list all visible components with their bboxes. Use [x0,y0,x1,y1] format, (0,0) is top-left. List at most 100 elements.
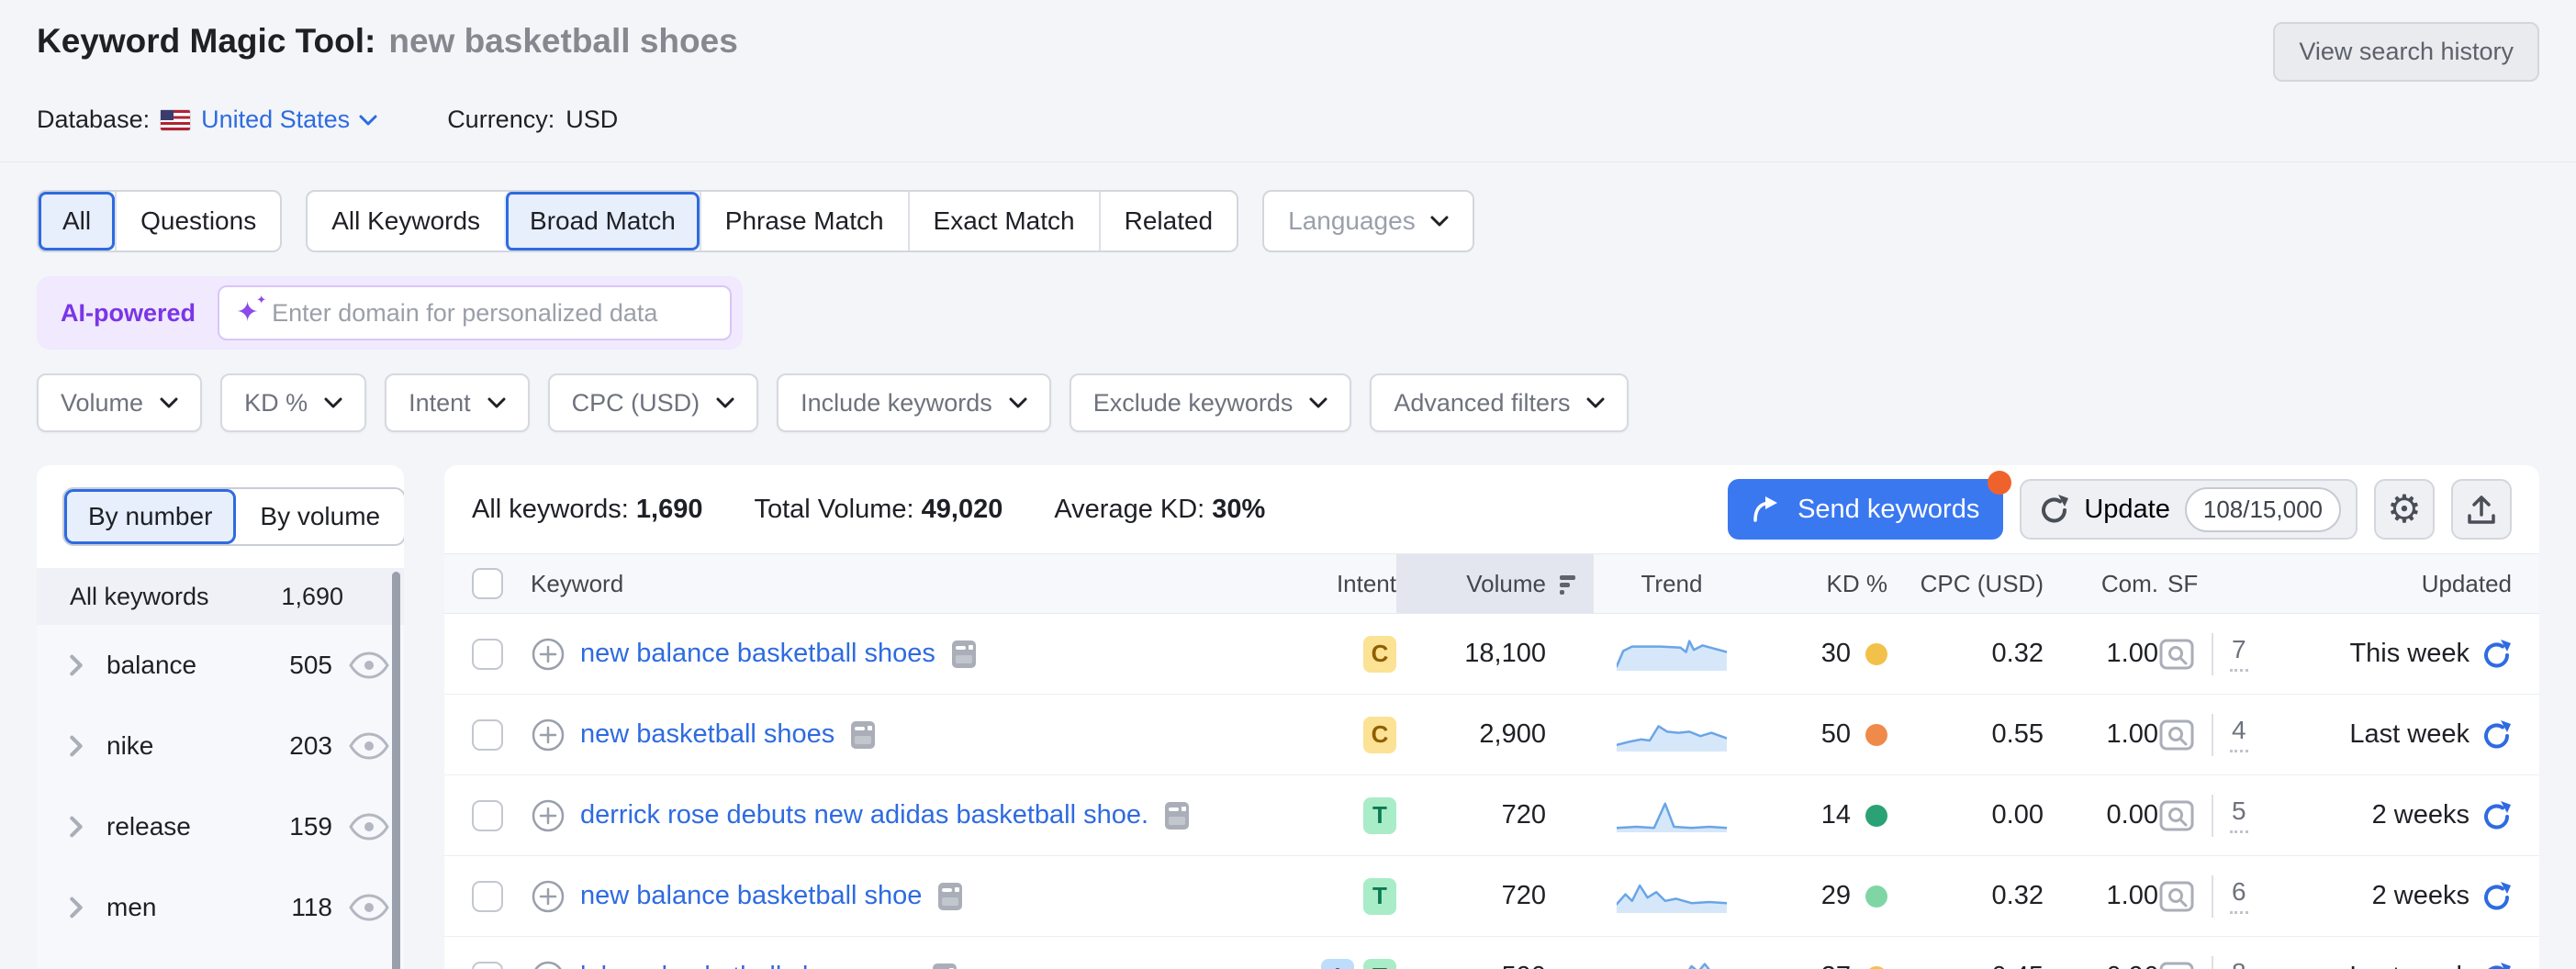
trend-sparkline [1617,718,1727,752]
keyword-link[interactable]: new balance basketball shoe [580,881,922,911]
toggle-by-volume[interactable]: By volume [236,489,404,544]
row-checkbox[interactable] [472,962,503,969]
eye-icon[interactable] [349,652,389,679]
export-button[interactable] [2451,479,2512,540]
add-keyword-icon[interactable] [531,798,566,833]
column-keyword[interactable]: Keyword [531,570,1277,598]
column-kd[interactable]: KD % [1750,570,1887,598]
kd-value: 37 [1821,962,1851,969]
add-keyword-icon[interactable] [531,960,566,969]
settings-button[interactable]: ⚙ [2374,479,2435,540]
ai-powered-bar: AI-powered ✦ [37,276,743,350]
serp-features-icon[interactable] [936,881,964,912]
table-body: new balance basketball shoesC18,100300.3… [444,614,2539,969]
sf-count[interactable]: 7 [2230,636,2248,672]
send-keywords-button[interactable]: Send keywords [1728,479,2003,540]
serp-features-icon[interactable] [1163,800,1191,831]
view-search-history-button[interactable]: View search history [2273,22,2539,82]
filter-volume[interactable]: Volume [37,373,202,432]
column-intent[interactable]: Intent [1277,570,1396,598]
row-checkbox[interactable] [472,881,503,912]
add-keyword-icon[interactable] [531,718,566,752]
keyword-link[interactable]: new balance basketball shoes [580,639,935,669]
sidebar-scrollbar[interactable] [392,572,400,969]
intent-badge-c: C [1363,636,1396,673]
cpc-value: 0.45 [1887,962,2044,969]
group-item-release[interactable]: release159 [37,786,404,867]
kd-value: 30 [1821,639,1851,669]
tab-all-keywords[interactable]: All Keywords [308,192,504,251]
filter-exclude-keywords[interactable]: Exclude keywords [1070,373,1352,432]
row-checkbox[interactable] [472,719,503,751]
sf-count[interactable]: 4 [2230,717,2248,752]
sf-count[interactable]: 8 [2230,959,2248,969]
keyword-link[interactable]: derrick rose debuts new adidas basketbal… [580,800,1148,830]
row-checkbox[interactable] [472,639,503,670]
eye-icon[interactable] [349,894,389,921]
domain-input[interactable] [272,299,713,328]
cpc-value: 0.32 [1887,639,2044,669]
serp-preview-button[interactable] [2158,959,2195,969]
refresh-icon[interactable] [2482,881,2512,912]
refresh-icon[interactable] [2482,719,2512,751]
add-keyword-icon[interactable] [531,637,566,672]
serp-preview-button[interactable] [2158,717,2195,753]
sf-count[interactable]: 6 [2230,878,2248,914]
group-item-nike[interactable]: nike203 [37,706,404,786]
row-checkbox[interactable] [472,800,503,831]
com-value: 0.96 [2044,962,2158,969]
group-item-men[interactable]: men118 [37,867,404,948]
tab-questions[interactable]: Questions [115,192,280,251]
group-label: release [106,812,191,841]
group-label: men [106,893,156,922]
stat-all-keywords: All keywords: 1,690 [472,495,702,525]
chevron-right-icon [70,816,83,838]
eye-icon[interactable] [349,732,389,760]
tab-all[interactable]: All [39,192,115,251]
refresh-icon[interactable] [2482,639,2512,670]
sf-count[interactable]: 5 [2230,797,2248,833]
chevron-down-icon [324,397,342,408]
filter-advanced-filters[interactable]: Advanced filters [1370,373,1629,432]
volume-value: 2,900 [1396,719,1594,750]
updated-value: 2 weeks [2372,800,2470,830]
all-keywords-row[interactable]: All keywords 1,690 [37,568,404,625]
column-trend[interactable]: Trend [1594,570,1750,598]
serp-preview-button[interactable] [2158,636,2195,673]
volume-value: 590 [1396,962,1594,969]
add-keyword-icon[interactable] [531,879,566,914]
toggle-by-number[interactable]: By number [64,489,236,544]
filter-intent[interactable]: Intent [385,373,530,432]
filter-include-keywords[interactable]: Include keywords [777,373,1051,432]
filter-label: CPC (USD) [572,389,700,418]
tab-broad-match[interactable]: Broad Match [504,192,700,251]
update-button[interactable]: Update 108/15,000 [2020,479,2358,540]
select-all-checkbox[interactable] [472,568,503,599]
refresh-icon[interactable] [2482,962,2512,969]
column-com[interactable]: Com. [2044,570,2158,598]
serp-features-icon[interactable] [950,639,978,670]
group-item-adidas[interactable]: adidas75 [37,948,404,969]
serp-features-icon[interactable] [849,719,877,751]
eye-icon[interactable] [349,813,389,841]
serp-preview-button[interactable] [2158,878,2195,915]
tab-exact-match[interactable]: Exact Match [908,192,1099,251]
refresh-icon[interactable] [2482,800,2512,831]
tab-phrase-match[interactable]: Phrase Match [700,192,908,251]
column-sf[interactable]: SF [2158,570,2296,598]
database-selector[interactable]: United States [201,106,377,134]
tab-related[interactable]: Related [1099,192,1238,251]
keyword-link[interactable]: new basketball shoes [580,719,834,750]
languages-dropdown[interactable]: Languages [1262,190,1474,252]
serp-features-icon[interactable] [931,962,958,969]
column-volume[interactable]: Volume [1396,554,1594,613]
group-item-balance[interactable]: balance505 [37,625,404,706]
filter-kd[interactable]: KD % [220,373,366,432]
column-updated[interactable]: Updated [2296,570,2512,598]
filter-cpc-usd[interactable]: CPC (USD) [548,373,759,432]
column-cpc[interactable]: CPC (USD) [1887,570,2044,598]
serp-preview-button[interactable] [2158,797,2195,834]
kd-value: 14 [1821,800,1851,830]
chevron-right-icon [70,735,83,757]
keyword-link[interactable]: lebron basketball shoes new [580,962,916,969]
